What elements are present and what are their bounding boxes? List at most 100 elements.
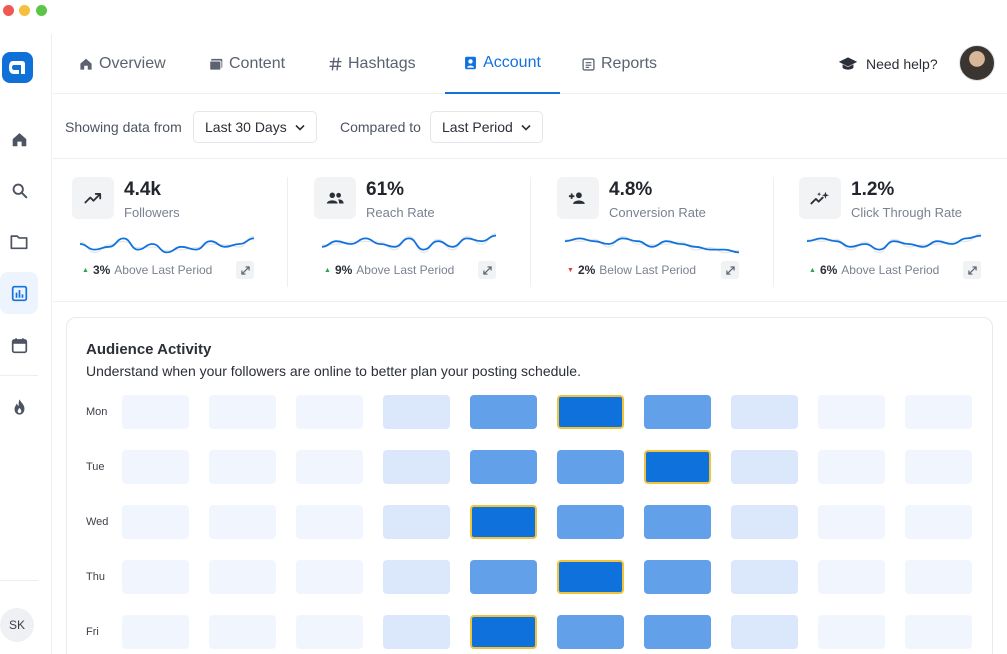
expand-button[interactable]	[721, 261, 739, 279]
sidebar-item-search[interactable]	[0, 169, 38, 211]
expand-button[interactable]	[963, 261, 981, 279]
metric-card-followers: 4.4k Followers ▲ 3% Above Last Period	[72, 177, 272, 289]
metric-sparkline	[80, 235, 254, 254]
heatmap-cell[interactable]	[644, 560, 711, 594]
top-navigation: Overview Content Hashtags Account Report…	[53, 34, 1007, 94]
heatmap-cell[interactable]	[209, 395, 276, 429]
users-icon	[326, 192, 344, 204]
metric-label: Followers	[124, 205, 180, 220]
heatmap-cell[interactable]	[296, 395, 363, 429]
heatmap-cell[interactable]	[470, 395, 537, 429]
metric-change-text: Below Last Period	[599, 263, 697, 277]
heatmap-cell[interactable]	[122, 450, 189, 484]
heatmap-cell[interactable]	[383, 615, 450, 649]
heatmap-cell[interactable]	[383, 450, 450, 484]
heatmap-cell[interactable]	[296, 615, 363, 649]
sidebar-item-home[interactable]	[0, 118, 38, 160]
expand-icon	[240, 265, 250, 275]
tab-hashtags[interactable]: Hashtags	[329, 34, 416, 94]
heatmap-cell[interactable]	[818, 450, 885, 484]
heatmap-cell[interactable]	[122, 560, 189, 594]
maximize-window-button[interactable]	[36, 5, 47, 16]
heatmap-cell[interactable]	[644, 395, 711, 429]
heatmap-cell[interactable]	[122, 615, 189, 649]
heatmap-cell[interactable]	[470, 505, 537, 539]
tab-reports[interactable]: Reports	[582, 34, 657, 94]
heatmap-cell[interactable]	[209, 560, 276, 594]
metric-icon-box	[799, 177, 841, 219]
chevron-down-icon	[295, 124, 305, 131]
heatmap-cell[interactable]	[296, 560, 363, 594]
comparison-value: Last Period	[442, 119, 513, 135]
heatmap-cell[interactable]	[557, 615, 624, 649]
heatmap-cell[interactable]	[644, 615, 711, 649]
sidebar-item-folder[interactable]	[0, 221, 38, 263]
heatmap-cell[interactable]	[557, 395, 624, 429]
heatmap-cell[interactable]	[122, 395, 189, 429]
tab-label: Account	[483, 54, 541, 71]
heatmap-cell[interactable]	[731, 615, 798, 649]
heatmap-cell[interactable]	[905, 450, 972, 484]
heatmap-cell[interactable]	[383, 505, 450, 539]
heatmap-cell[interactable]	[905, 505, 972, 539]
heatmap-cell[interactable]	[644, 505, 711, 539]
heatmap-cell[interactable]	[122, 505, 189, 539]
heatmap-cell[interactable]	[731, 395, 798, 429]
heatmap-cell[interactable]	[470, 615, 537, 649]
flame-icon	[14, 399, 24, 415]
heatmap-cell[interactable]	[644, 450, 711, 484]
heatmap-cell[interactable]	[557, 505, 624, 539]
minimize-window-button[interactable]	[19, 5, 30, 16]
heatmap-cell[interactable]	[731, 450, 798, 484]
sidebar-divider	[0, 375, 38, 376]
heatmap-cell[interactable]	[905, 560, 972, 594]
date-range-dropdown[interactable]: Last 30 Days	[193, 111, 317, 143]
graduation-cap-icon	[838, 57, 858, 70]
metric-sparkline	[807, 233, 981, 254]
app-logo[interactable]	[2, 52, 33, 83]
heatmap-cell[interactable]	[731, 560, 798, 594]
heatmap-cell[interactable]	[209, 450, 276, 484]
expand-button[interactable]	[236, 261, 254, 279]
heatmap-cell[interactable]	[209, 615, 276, 649]
heatmap-cell[interactable]	[470, 450, 537, 484]
sidebar-item-analytics[interactable]	[0, 272, 38, 314]
heatmap-cell[interactable]	[818, 395, 885, 429]
comparison-line	[80, 235, 254, 254]
heatmap-cell[interactable]	[731, 505, 798, 539]
calendar-icon	[11, 337, 27, 353]
metric-sparkline	[565, 235, 739, 254]
hash-icon	[329, 57, 342, 71]
metric-change-text: Above Last Period	[841, 263, 940, 277]
comparison-dropdown[interactable]: Last Period	[430, 111, 543, 143]
tab-content[interactable]: Content	[209, 34, 285, 94]
heatmap-cell[interactable]	[818, 560, 885, 594]
heatmap-cell[interactable]	[557, 450, 624, 484]
heatmap-cell[interactable]	[209, 505, 276, 539]
sidebar-item-trending[interactable]	[0, 386, 38, 428]
tab-overview[interactable]: Overview	[79, 34, 166, 94]
heatmap-cell[interactable]	[818, 505, 885, 539]
user-avatar[interactable]	[959, 45, 995, 81]
help-link[interactable]: Need help?	[838, 34, 938, 94]
heatmap-cell[interactable]	[905, 615, 972, 649]
sidebar-item-calendar[interactable]	[0, 324, 38, 366]
heatmap-cell[interactable]	[383, 560, 450, 594]
sparkle-icon	[810, 191, 830, 205]
heatmap-cell[interactable]	[905, 395, 972, 429]
tab-account[interactable]: Account	[445, 34, 560, 94]
day-label: Mon	[86, 406, 108, 418]
trend-up-arrow-icon: ▲	[82, 266, 89, 274]
user-initials-avatar[interactable]: SK	[0, 608, 34, 642]
heatmap-cell[interactable]	[296, 450, 363, 484]
metric-card-reach-rate: 61% Reach Rate ▲ 9% Above Last Period	[314, 177, 514, 289]
add-user-icon	[568, 192, 585, 204]
heatmap-cell[interactable]	[818, 615, 885, 649]
heatmap-cell[interactable]	[383, 395, 450, 429]
close-window-button[interactable]	[3, 5, 14, 16]
expand-button[interactable]	[478, 261, 496, 279]
heatmap-cell[interactable]	[557, 560, 624, 594]
heatmap-cell[interactable]	[470, 560, 537, 594]
heatmap-cell[interactable]	[296, 505, 363, 539]
metric-change-value: 9%	[334, 263, 353, 277]
